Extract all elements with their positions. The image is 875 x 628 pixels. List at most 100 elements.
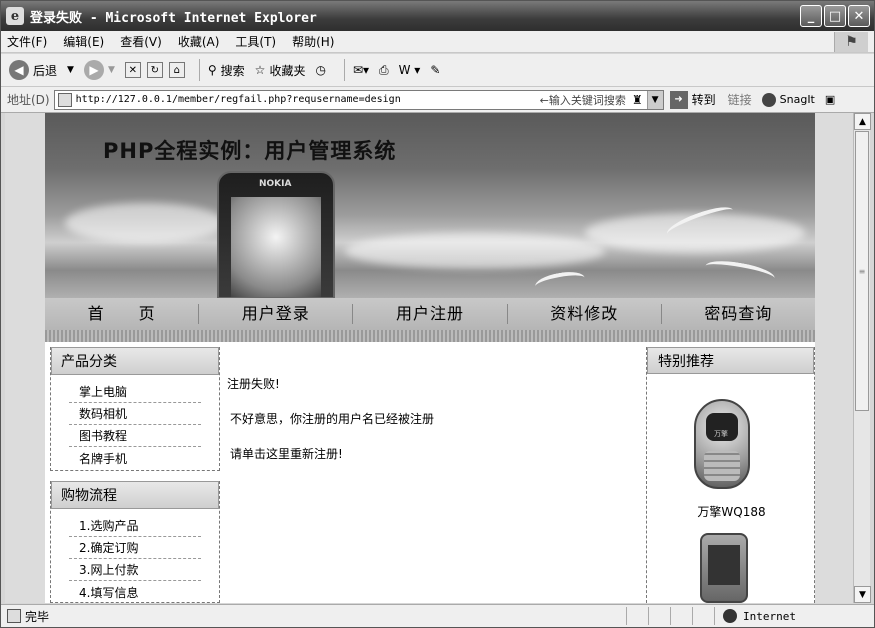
status-cell	[648, 607, 670, 625]
category-item[interactable]: 名牌手机	[69, 447, 201, 469]
back-label: 后退	[33, 63, 58, 78]
retry-prefix: 请单击	[230, 447, 267, 461]
shopping-flow-box: 购物流程 1.选购产品 2.确定订购 3.网上付款 4.填写信息	[50, 481, 220, 603]
globe-icon	[723, 609, 737, 623]
nav-password-lookup[interactable]: 密码查询	[662, 304, 815, 324]
category-box: 产品分类 掌上电脑 数码相机 图书教程 名牌手机	[50, 347, 220, 471]
star-icon: ☆	[254, 63, 266, 77]
windows-logo-icon: ⚑	[834, 32, 868, 52]
category-title: 产品分类	[51, 347, 219, 375]
vertical-scrollbar[interactable]: ▲ ≡ ▼	[853, 113, 871, 603]
messenger-button[interactable]: ✎	[430, 63, 440, 77]
featured-phone-image[interactable]	[700, 533, 748, 603]
category-item[interactable]: 图书教程	[69, 425, 201, 447]
search-button[interactable]: ⚲ 搜索	[208, 62, 245, 79]
search-tool-icon[interactable]: ♜	[632, 93, 643, 107]
snagit-button[interactable]: SnagIt ▣	[761, 92, 835, 107]
address-url[interactable]: http://127.0.0.1/member/regfail.php?requ…	[76, 94, 540, 105]
snagit-window-icon[interactable]: ▣	[825, 93, 835, 106]
menu-tools[interactable]: 工具(T)	[235, 33, 276, 50]
address-bar: 地址(D) http://127.0.0.1/member/regfail.ph…	[1, 87, 874, 113]
scroll-down-icon[interactable]: ▼	[854, 586, 871, 603]
category-item[interactable]: 数码相机	[69, 403, 201, 425]
go-button[interactable]: ➜ 转到	[669, 90, 716, 109]
window-title: 登录失败 - Microsoft Internet Explorer	[30, 10, 317, 26]
stop-icon[interactable]: ✕	[124, 62, 141, 78]
snagit-label: SnagIt	[779, 93, 815, 106]
refresh-icon[interactable]: ↻	[146, 62, 163, 78]
mail-button[interactable]: ✉▾	[353, 63, 369, 77]
nav-stripe	[45, 330, 815, 342]
seagull-image	[533, 268, 587, 296]
history-icon: ◷	[315, 63, 326, 77]
banner-title: PHP全程实例：用户管理系统	[103, 139, 397, 163]
maximize-button[interactable]: □	[824, 5, 846, 27]
fail-message: 不好意思，你注册的用户名已经被注册	[230, 412, 435, 426]
featured-phone-image[interactable]: 万擎	[694, 399, 750, 489]
fail-heading: 注册失败!	[227, 377, 280, 391]
nav-login[interactable]: 用户登录	[199, 304, 354, 324]
messenger-icon: ✎	[430, 63, 441, 77]
back-button[interactable]: ◀ 后退 ▼	[9, 60, 74, 80]
print-icon: ⎙	[379, 62, 389, 77]
menu-file[interactable]: 文件(F)	[7, 33, 47, 50]
scroll-up-icon[interactable]: ▲	[854, 113, 871, 130]
nav-edit-profile[interactable]: 资料修改	[508, 304, 662, 324]
phone-image: NOKIA	[217, 171, 335, 298]
seagull-image	[703, 257, 777, 287]
close-button[interactable]: ✕	[848, 5, 870, 27]
status-cell	[692, 607, 714, 625]
go-label: 转到	[691, 93, 716, 107]
forward-button[interactable]: ▶ ▼	[83, 60, 115, 80]
status-text: 完毕	[25, 609, 50, 624]
word-icon: W ▾	[398, 63, 421, 77]
history-button[interactable]: ◷	[315, 63, 325, 77]
retry-suffix: 重新注册!	[290, 447, 343, 461]
status-cell	[670, 607, 692, 625]
page-done-icon	[7, 609, 21, 623]
menu-view[interactable]: 查看(V)	[120, 33, 162, 50]
flow-step[interactable]: 2.确定订购	[69, 537, 201, 559]
main-content: 注册失败! 不好意思，你注册的用户名已经被注册 请单击这里重新注册!	[227, 375, 434, 480]
search-label: 搜索	[220, 63, 245, 78]
links-button[interactable]: 链接	[728, 91, 752, 108]
toolbar-separator	[343, 59, 345, 81]
flow-step[interactable]: 4.填写信息	[69, 581, 201, 603]
status-cell	[626, 607, 648, 625]
main-nav: 首 页 用户登录 用户注册 资料修改 密码查询	[45, 298, 815, 330]
status-bar: 完毕 Internet	[1, 604, 874, 627]
edit-word-button[interactable]: W ▾	[399, 63, 421, 77]
phone-keypad	[704, 451, 740, 481]
scroll-thumb[interactable]: ≡	[855, 131, 869, 411]
favorites-button[interactable]: ☆ 收藏夹	[255, 62, 306, 79]
toolbar: ◀ 后退 ▼ ▶ ▼ ✕ ↻ ⌂ ⚲ 搜索 ☆ 收藏夹 ◷ ✉▾ ⎙ W ▾ ✎	[1, 54, 874, 87]
retry-link[interactable]: 这里	[266, 447, 290, 461]
featured-product-name[interactable]: 万擎WQ188	[647, 503, 816, 520]
security-zone: Internet	[714, 607, 874, 625]
forward-dropdown-icon[interactable]: ▼	[108, 65, 115, 75]
address-dropdown-icon[interactable]: ▼	[646, 90, 663, 109]
phone-screen: 万擎	[706, 413, 738, 441]
minimize-button[interactable]: _	[800, 5, 822, 27]
print-button[interactable]: ⎙	[379, 63, 389, 78]
flow-step[interactable]: 1.选购产品	[69, 515, 201, 537]
nav-home[interactable]: 首 页	[45, 304, 200, 324]
category-item[interactable]: 掌上电脑	[69, 381, 201, 403]
mail-icon: ✉▾	[352, 63, 370, 77]
address-input[interactable]: http://127.0.0.1/member/regfail.php?requ…	[53, 89, 664, 110]
menu-favorites[interactable]: 收藏(A)	[178, 33, 220, 50]
menu-edit[interactable]: 编辑(E)	[63, 33, 104, 50]
forward-arrow-icon: ▶	[83, 60, 104, 80]
page-icon	[57, 92, 72, 107]
home-icon[interactable]: ⌂	[168, 62, 185, 78]
back-arrow-icon: ◀	[9, 60, 29, 80]
toolbar-separator	[198, 59, 200, 81]
page-viewport: PHP全程实例：用户管理系统 NOKIA 首 页 用户登录 用户注册 资料修改 …	[5, 113, 853, 603]
menu-help[interactable]: 帮助(H)	[292, 33, 334, 50]
retry-line: 请单击这里重新注册!	[227, 445, 434, 463]
back-dropdown-icon[interactable]: ▼	[67, 65, 74, 75]
shopping-flow-title: 购物流程	[51, 481, 219, 509]
keyword-search-hint: ←输入关键词搜索	[539, 93, 626, 107]
flow-step[interactable]: 3.网上付款	[69, 559, 201, 581]
nav-register[interactable]: 用户注册	[353, 304, 508, 324]
